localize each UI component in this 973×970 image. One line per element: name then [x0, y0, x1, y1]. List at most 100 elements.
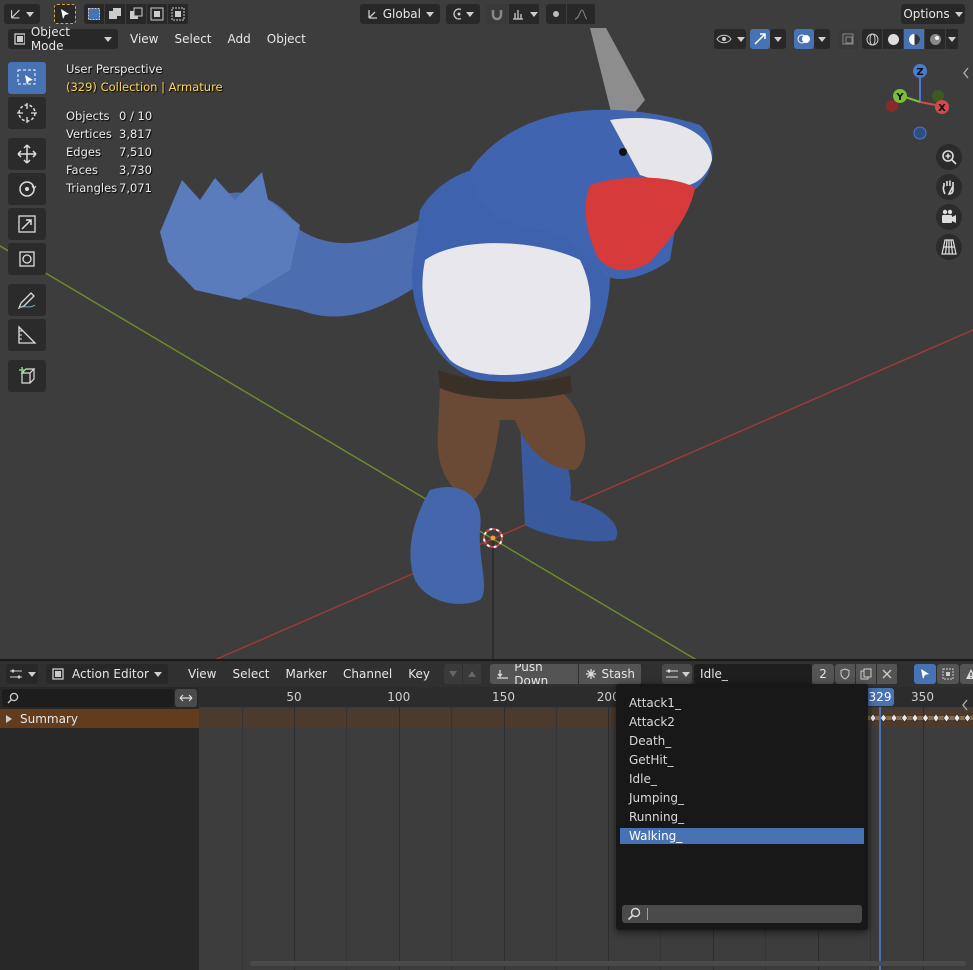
keyframe-diamond[interactable] — [869, 713, 877, 723]
xray-toggle[interactable] — [838, 29, 858, 49]
ae-menu-view[interactable]: View — [180, 664, 224, 684]
shark-model[interactable] — [160, 28, 713, 604]
perspective-toggle-button[interactable] — [936, 234, 962, 260]
falloff-dropdown[interactable] — [567, 4, 595, 24]
action-search-input[interactable] — [622, 905, 862, 923]
layer-down-button[interactable] — [444, 664, 463, 684]
neg-z-handle[interactable] — [913, 126, 927, 140]
solid-shading-button[interactable] — [883, 29, 903, 49]
expand-triangle-icon[interactable] — [6, 714, 12, 723]
unlink-action-button[interactable] — [877, 664, 898, 684]
snap-toggle[interactable] — [486, 4, 508, 24]
pivot-point-dropdown[interactable] — [446, 4, 480, 24]
mode-dropdown[interactable]: Object Mode — [8, 25, 118, 53]
sidebar-toggle[interactable] — [962, 66, 970, 80]
x-axis-handle[interactable]: X — [935, 100, 949, 114]
orientation-dropdown[interactable]: Global — [360, 4, 440, 24]
tool-move[interactable] — [8, 138, 46, 170]
current-frame-indicator[interactable]: 329 — [866, 688, 894, 706]
editor-type-button[interactable] — [4, 4, 40, 24]
ae-menu-marker[interactable]: Marker — [278, 664, 335, 684]
overlays-toggle[interactable] — [794, 29, 814, 49]
tool-transform[interactable] — [8, 243, 46, 275]
timeline-sidebar-toggle[interactable] — [961, 699, 969, 714]
svg-text:Y: Y — [895, 92, 904, 103]
action-item-idle[interactable]: Idle_ — [620, 771, 864, 787]
overlays-dropdown[interactable] — [814, 29, 830, 49]
summary-channel[interactable]: Summary — [0, 709, 199, 728]
swap-filter-button[interactable] — [175, 689, 197, 707]
ae-menu-key[interactable]: Key — [400, 664, 438, 684]
dope-sheet-editor-type[interactable] — [6, 664, 38, 684]
menu-object[interactable]: Object — [259, 29, 314, 49]
camera-view-button[interactable] — [936, 204, 962, 230]
tool-select-box[interactable] — [8, 62, 46, 94]
action-item-walking[interactable]: Walking_ — [620, 828, 864, 844]
menu-select[interactable]: Select — [166, 29, 219, 49]
menu-add[interactable]: Add — [220, 29, 259, 49]
tool-scale[interactable] — [8, 208, 46, 240]
browse-action-button[interactable] — [662, 664, 693, 684]
rendered-shading-button[interactable] — [925, 29, 945, 49]
visibility-dropdown[interactable] — [714, 29, 746, 49]
action-item-attack2[interactable]: Attack2 — [620, 714, 864, 730]
fake-user-button[interactable] — [835, 664, 856, 684]
tool-annotate[interactable] — [8, 284, 46, 316]
action-item-death[interactable]: Death_ — [620, 733, 864, 749]
y-axis-handle[interactable]: Y — [893, 89, 907, 103]
gizmo-dropdown[interactable] — [770, 29, 786, 49]
keyframe-diamond[interactable] — [953, 713, 961, 723]
wireframe-shading-button[interactable] — [862, 29, 882, 49]
keyframe-diamond[interactable] — [943, 713, 950, 723]
keyframe-diamond[interactable] — [932, 713, 940, 723]
ae-menu-channel[interactable]: Channel — [335, 664, 400, 684]
tool-add-cube[interactable] — [8, 360, 46, 392]
only-errors-toggle[interactable] — [960, 664, 973, 684]
select-intersect-button[interactable] — [168, 4, 188, 24]
only-selected-toggle[interactable] — [914, 664, 937, 684]
action-item-running[interactable]: Running_ — [620, 809, 864, 825]
horizontal-scrollbar[interactable] — [250, 961, 966, 966]
channel-search-field[interactable] — [2, 689, 174, 707]
menu-view[interactable]: View — [122, 29, 166, 49]
tool-rotate[interactable] — [8, 173, 46, 205]
tool-cursor[interactable] — [8, 97, 46, 129]
action-item-jumping[interactable]: Jumping_ — [620, 790, 864, 806]
ae-menu-select[interactable]: Select — [224, 664, 277, 684]
keyframe-diamond[interactable] — [922, 713, 929, 723]
action-name-field[interactable]: Idle_ — [694, 664, 813, 684]
stash-button[interactable]: Stash — [579, 664, 642, 684]
summary-keyframes[interactable] — [867, 713, 973, 723]
push-down-button[interactable]: Push Down — [490, 664, 579, 684]
keyframe-diamond[interactable] — [964, 713, 971, 723]
options-dropdown[interactable]: Options — [901, 4, 965, 24]
keyframe-diamond[interactable] — [911, 713, 919, 723]
proportional-toggle[interactable] — [546, 4, 566, 24]
action-user-count[interactable]: 2 — [812, 664, 835, 684]
keyframe-diamond[interactable] — [880, 713, 887, 723]
snap-target-dropdown[interactable] — [509, 4, 539, 24]
channel-region[interactable]: Summary — [0, 687, 199, 970]
keyframe-diamond[interactable] — [901, 713, 908, 723]
shading-dropdown[interactable] — [946, 29, 958, 49]
3d-viewport[interactable]: Global Options Object Mode View Select A… — [0, 0, 973, 659]
select-new-button[interactable] — [84, 4, 104, 24]
select-subtract-button[interactable] — [126, 4, 146, 24]
action-item-attack1[interactable]: Attack1_ — [620, 695, 864, 711]
z-axis-handle[interactable]: Z — [913, 64, 927, 78]
layer-up-button[interactable] — [463, 664, 482, 684]
show-hidden-toggle[interactable] — [937, 664, 960, 684]
pan-button[interactable] — [936, 174, 962, 200]
navigation-gizmo[interactable]: Z Y X — [880, 62, 960, 144]
keyframe-diamond[interactable] — [890, 713, 898, 723]
select-invert-button[interactable] — [147, 4, 167, 24]
mode-selector-dropdown[interactable]: Action Editor — [46, 664, 168, 684]
tool-measure[interactable] — [8, 319, 46, 351]
action-item-gethit[interactable]: GetHit_ — [620, 752, 864, 768]
gizmo-toggle[interactable] — [750, 29, 770, 49]
material-shading-button[interactable] — [904, 29, 924, 49]
select-extend-button[interactable] — [105, 4, 125, 24]
select-tool-button[interactable] — [54, 4, 76, 24]
duplicate-action-button[interactable] — [856, 664, 877, 684]
zoom-button[interactable] — [936, 144, 962, 170]
